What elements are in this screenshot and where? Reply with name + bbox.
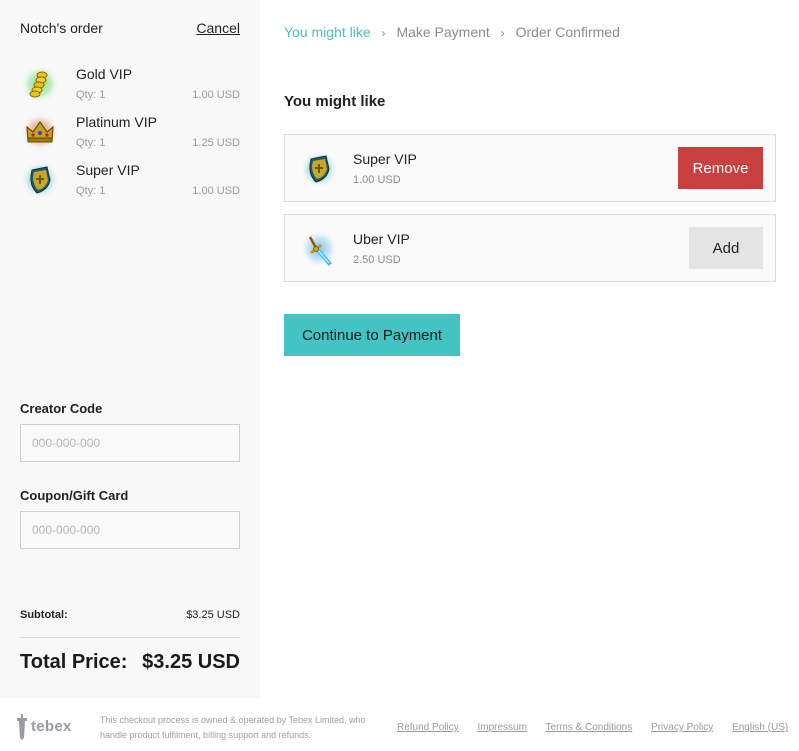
tebex-mark-icon: [17, 714, 27, 740]
upsell-card: Uber VIP 2.50 USD Add: [284, 214, 776, 282]
upsell-name: Super VIP: [353, 151, 417, 167]
order-item-name: Platinum VIP: [76, 114, 157, 130]
crown-icon: [20, 112, 60, 152]
cancel-link[interactable]: Cancel: [196, 20, 240, 36]
checkout-steps-breadcrumb: You might like › Make Payment › Order Co…: [284, 24, 620, 40]
order-item-qty: Qty: 1: [76, 137, 106, 149]
order-item: Super VIP Qty: 1 1.00 USD: [20, 160, 240, 208]
upsell-name: Uber VIP: [353, 231, 410, 247]
order-item-qty: Qty: 1: [76, 185, 106, 197]
total-value: $3.25 USD: [142, 651, 240, 673]
order-item: Platinum VIP Qty: 1 1.25 USD: [20, 112, 240, 160]
terms-link[interactable]: Terms & Conditions: [546, 722, 633, 733]
step-you-might-like[interactable]: You might like: [284, 24, 371, 40]
gold-coins-icon: [20, 64, 60, 104]
upsell-card: Super VIP 1.00 USD Remove: [284, 134, 776, 202]
footer-links: Refund Policy Impressum Terms & Conditio…: [397, 722, 799, 733]
coupon-label: Coupon/Gift Card: [20, 488, 129, 503]
add-button[interactable]: Add: [689, 227, 763, 269]
footer: tebex This checkout process is owned & o…: [0, 698, 799, 751]
step-order-confirmed[interactable]: Order Confirmed: [516, 24, 620, 40]
order-items-list: Gold VIP Qty: 1 1.00 USD Platinum VIP Qt…: [20, 64, 240, 208]
creator-code-label: Creator Code: [20, 401, 103, 416]
step-make-payment[interactable]: Make Payment: [396, 24, 489, 40]
subtotal-value: $3.25 USD: [186, 609, 240, 621]
order-item-price: 1.00 USD: [192, 89, 240, 101]
total-row: Total Price: $3.25 USD: [20, 651, 240, 674]
subtotal-row: Subtotal: $3.25 USD: [20, 609, 240, 621]
section-title: You might like: [284, 93, 386, 110]
order-item-qty: Qty: 1: [76, 89, 106, 101]
order-item-price: 1.25 USD: [192, 137, 240, 149]
remove-button[interactable]: Remove: [678, 147, 763, 189]
order-header: Notch's order Cancel: [20, 20, 240, 40]
refund-policy-link[interactable]: Refund Policy: [397, 722, 459, 733]
chevron-right-icon: ›: [500, 26, 505, 40]
language-selector-link[interactable]: English (US): [732, 722, 788, 733]
order-sidebar: Notch's order Cancel Gold VIP Qty: 1 1.0…: [0, 0, 260, 698]
shield-icon: [299, 149, 339, 189]
order-item-name: Super VIP: [76, 162, 140, 178]
subtotal-label: Subtotal:: [20, 609, 68, 621]
shield-icon: [20, 160, 60, 200]
order-item: Gold VIP Qty: 1 1.00 USD: [20, 64, 240, 112]
footer-notice: This checkout process is owned & operate…: [100, 715, 366, 740]
upsell-price: 1.00 USD: [353, 174, 401, 186]
order-item-price: 1.00 USD: [192, 185, 240, 197]
totals-divider: [20, 637, 240, 638]
diamond-sword-icon: [299, 229, 339, 269]
continue-to-payment-button[interactable]: Continue to Payment: [284, 314, 460, 356]
tebex-logo: tebex: [16, 714, 78, 740]
impressum-link[interactable]: Impressum: [477, 722, 526, 733]
upsell-price: 2.50 USD: [353, 254, 401, 266]
privacy-policy-link[interactable]: Privacy Policy: [651, 722, 713, 733]
creator-code-input[interactable]: [20, 424, 240, 462]
order-item-name: Gold VIP: [76, 66, 133, 82]
order-title: Notch's order: [20, 20, 103, 36]
total-label: Total Price:: [20, 651, 128, 673]
chevron-right-icon: ›: [381, 26, 386, 40]
coupon-input[interactable]: [20, 511, 240, 549]
tebex-wordmark: tebex: [31, 718, 72, 735]
